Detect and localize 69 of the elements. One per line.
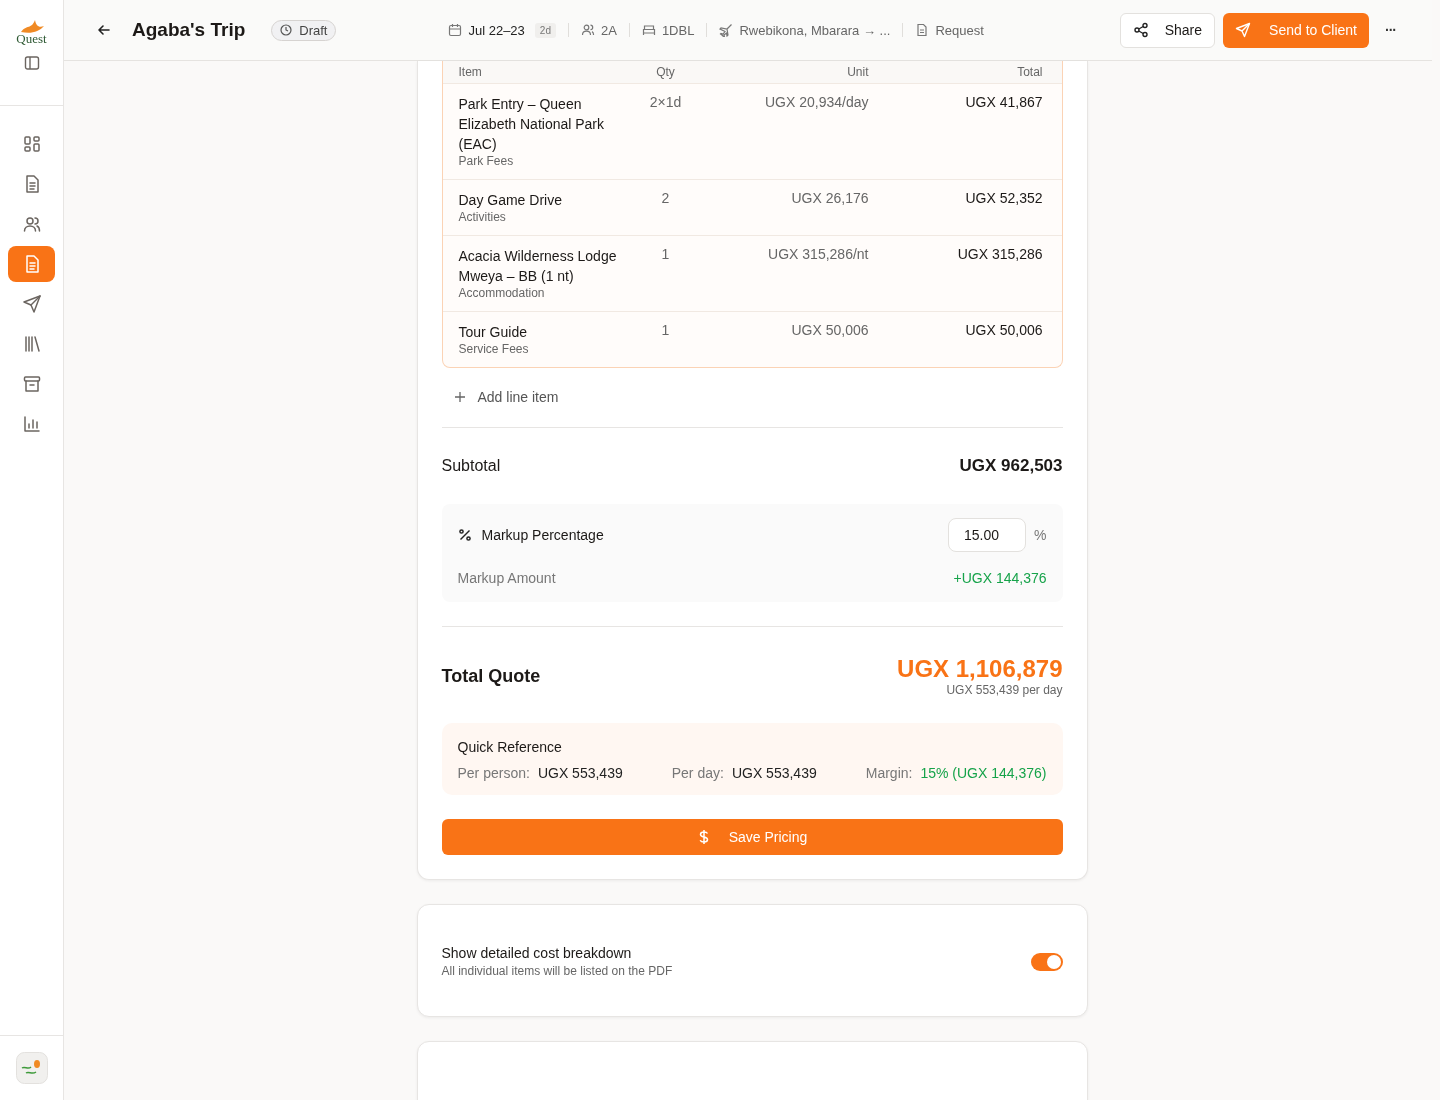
unit-price: UGX 315,286/nt [767,246,869,262]
share-icon [1132,22,1149,38]
back-arrow-icon[interactable] [96,22,112,38]
trip-title: Agaba's Trip [132,19,246,41]
markup-percentage-field[interactable]: 15.00 [948,518,1027,552]
bed-icon [641,23,656,37]
quest-logo: Quest [16,16,47,45]
item-name: Acacia Wilderness Lodge Mweya – BB (1 nt) [458,247,618,286]
paper-plane-icon [1235,22,1252,38]
trip-route: Rwebikona, Mbarara → ... [739,22,891,38]
status-badge: Draft [271,19,337,41]
calendar-icon [448,23,463,37]
reference-label: Per day: [671,765,724,781]
sidebar-toggle-icon[interactable] [23,55,40,71]
reference-value: 15% (UGX 144,376) [920,765,1047,781]
unit-price: UGX 26,176 [790,190,869,206]
breakdown-title: Show detailed cost breakdown [441,945,633,961]
per-day-total: UGX 553,439 per day [946,683,1063,697]
item-quantity: 1 [660,322,671,338]
item-quantity: 1 [660,246,671,262]
markup-amount-label: Markup Amount [457,570,556,586]
column-header: Qty [655,65,676,79]
plus-icon [453,391,466,403]
travellers-count: 2A [600,22,617,38]
add-line-item-button[interactable]: Add line item [441,387,571,407]
item-category: Activities [458,210,507,224]
reference-label: Per person: [457,765,530,781]
unit-price: UGX 50,006 [790,322,869,338]
nav-doc-icon[interactable] [8,246,55,282]
item-name: Day Game Drive [458,191,563,210]
request-link[interactable]: Request [935,22,984,38]
column-header: Total [1016,65,1043,79]
percent-unit: % [1034,527,1047,543]
line-total: UGX 50,006 [964,322,1043,338]
duration-badge: 2d [534,22,556,38]
breakdown-description: All individual items will be listed on the PDF [441,964,673,978]
subtotal-value: UGX 962,503 [959,456,1063,476]
percent-icon [457,528,472,542]
item-category: Service Fees [458,342,530,356]
trip-dates: Jul 22–23 [468,22,525,38]
reference-value: UGX 553,439 [537,765,623,781]
reference-label: Margin: [865,765,913,781]
line-total: UGX 41,867 [964,94,1043,110]
more-options-button[interactable]: ··· [1377,22,1404,38]
share-button[interactable]: Share [1119,12,1216,48]
total-quote-label: Total Quote [441,665,541,687]
item-category: Accommodation [458,286,546,300]
unit-price: UGX 20,934/day [764,94,869,110]
line-total: UGX 315,286 [956,246,1043,262]
column-header: Unit [846,65,869,79]
rooms-count: 1DBL [661,22,695,38]
item-name: Park Entry – Queen Elizabeth National Park (EAC) [458,95,606,154]
item-category: Park Fees [458,154,515,168]
document-icon [915,23,930,37]
column-header: Item [458,65,483,79]
markup-amount-value: +UGX 144,376 [953,570,1047,586]
line-total: UGX 52,352 [964,190,1043,206]
item-quantity: 2 [660,190,671,206]
reference-value: UGX 553,439 [731,765,817,781]
quick-reference-title: Quick Reference [457,739,563,755]
total-quote-value: UGX 1,106,879 [897,655,1063,683]
markup-percentage-label: Markup Percentage [481,527,604,543]
item-name: Tour Guide [458,323,528,342]
company-logo-icon[interactable] [15,1052,48,1084]
subtotal-label: Subtotal [441,457,501,475]
item-quantity: 2×1d [648,94,683,110]
breakdown-toggle[interactable] [1030,952,1063,971]
users-icon [580,23,595,37]
plane-icon [719,23,734,37]
